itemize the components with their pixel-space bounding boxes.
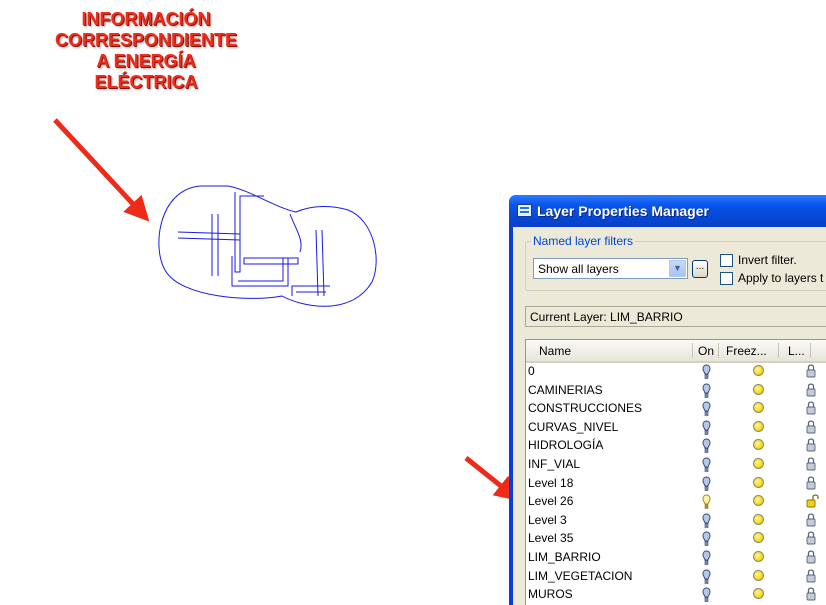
apply-to-layers-label: Apply to layers t: [738, 271, 824, 285]
padlock-icon[interactable]: [806, 456, 816, 475]
window-client: Named layer filters Show all layers ▼ ..…: [513, 227, 826, 605]
sun-icon[interactable]: [753, 495, 764, 507]
current-layer-field: Current Layer: LIM_BARRIO: [525, 306, 826, 327]
column-divider[interactable]: [810, 343, 811, 358]
layer-row[interactable]: CONSTRUCCIONES: [526, 399, 826, 418]
padlock-icon[interactable]: [806, 363, 816, 382]
padlock-icon[interactable]: [806, 586, 816, 605]
layer-row[interactable]: Level 18: [526, 474, 826, 493]
sun-icon[interactable]: [753, 383, 764, 395]
padlock-icon[interactable]: [806, 568, 816, 587]
layer-name: Level 3: [528, 512, 567, 527]
filter-dropdown[interactable]: Show all layers ▼: [533, 258, 688, 279]
layer-row[interactable]: LIM_VEGETACION: [526, 567, 826, 586]
layer-name: CONSTRUCCIONES: [528, 401, 643, 416]
layer-name: MUROS: [528, 587, 573, 602]
padlock-icon[interactable]: [806, 475, 816, 494]
chevron-down-icon[interactable]: ▼: [669, 260, 686, 277]
cad-drawing: [158, 185, 377, 307]
sun-icon[interactable]: [753, 365, 764, 376]
titlebar[interactable]: Layer Properties Manager: [509, 195, 826, 227]
layer-row[interactable]: Level 26: [526, 492, 826, 511]
column-header-lock[interactable]: L...: [788, 344, 805, 358]
column-divider[interactable]: [692, 343, 693, 358]
sun-icon[interactable]: [753, 439, 764, 451]
padlock-icon[interactable]: [806, 382, 816, 401]
apply-to-layers-checkbox[interactable]: [720, 272, 733, 285]
padlock-icon[interactable]: [806, 549, 816, 568]
invert-filter-checkbox[interactable]: [720, 254, 733, 267]
layer-row[interactable]: HIDROLOGÍA: [526, 436, 826, 455]
layer-properties-window: Layer Properties Manager Named layer fil…: [509, 195, 826, 605]
layer-row[interactable]: Level 35: [526, 529, 826, 548]
sun-icon[interactable]: [753, 513, 764, 525]
layer-row[interactable]: INF_VIAL: [526, 455, 826, 474]
arrow-to-drawing: [53, 118, 150, 222]
sun-icon[interactable]: [753, 569, 764, 581]
layer-list-header: Name On Freez... L...: [526, 340, 826, 363]
column-header-name[interactable]: Name: [539, 344, 571, 358]
padlock-icon[interactable]: [806, 437, 816, 456]
layer-row[interactable]: CURVAS_NIVEL: [526, 418, 826, 437]
layer-name: HIDROLOGÍA: [528, 438, 604, 453]
invert-filter-label: Invert filter.: [738, 253, 797, 267]
layer-name: INF_VIAL: [528, 457, 581, 471]
layer-row[interactable]: CAMINERIAS: [526, 381, 826, 400]
column-header-freeze[interactable]: Freez...: [726, 344, 767, 358]
padlock-icon[interactable]: [806, 530, 816, 549]
column-divider[interactable]: [718, 343, 719, 358]
sun-icon[interactable]: [753, 476, 764, 488]
layer-manager-icon: [517, 204, 532, 217]
sun-icon[interactable]: [753, 458, 764, 469]
layer-name: Level 26: [528, 494, 574, 509]
layer-row[interactable]: MUROS: [526, 585, 826, 604]
named-filters-label: Named layer filters: [531, 234, 636, 248]
layer-row[interactable]: 0: [526, 362, 826, 381]
window-title: Layer Properties Manager: [537, 203, 709, 219]
filter-browse-button[interactable]: ...: [692, 260, 708, 278]
column-divider[interactable]: [778, 343, 779, 358]
layer-row[interactable]: Level 3: [526, 511, 826, 530]
layer-name: LIM_BARRIO: [528, 550, 601, 564]
sun-icon[interactable]: [753, 420, 764, 432]
padlock-icon[interactable]: [806, 512, 816, 531]
filter-dropdown-value: Show all layers: [538, 262, 619, 276]
layer-name: Level 18: [528, 475, 574, 490]
column-header-on[interactable]: On: [698, 344, 714, 358]
padlock-icon[interactable]: [806, 493, 820, 512]
sun-icon[interactable]: [753, 402, 764, 414]
layer-list[interactable]: Name On Freez... L... 0 CAMINERIAS CONSTRU…: [525, 339, 826, 605]
sun-icon[interactable]: [753, 551, 764, 562]
lightbulb-on-icon[interactable]: [702, 587, 711, 605]
sun-icon[interactable]: [753, 532, 764, 544]
layer-name: CAMINERIAS: [528, 382, 603, 397]
padlock-icon[interactable]: [806, 400, 816, 419]
layer-name: Level 35: [528, 531, 574, 546]
layer-row[interactable]: LIM_BARRIO: [526, 548, 826, 567]
layer-name: 0: [528, 364, 535, 378]
layer-name: CURVAS_NIVEL: [528, 419, 619, 434]
padlock-icon[interactable]: [806, 419, 816, 438]
layer-name: LIM_VEGETACION: [528, 568, 633, 583]
